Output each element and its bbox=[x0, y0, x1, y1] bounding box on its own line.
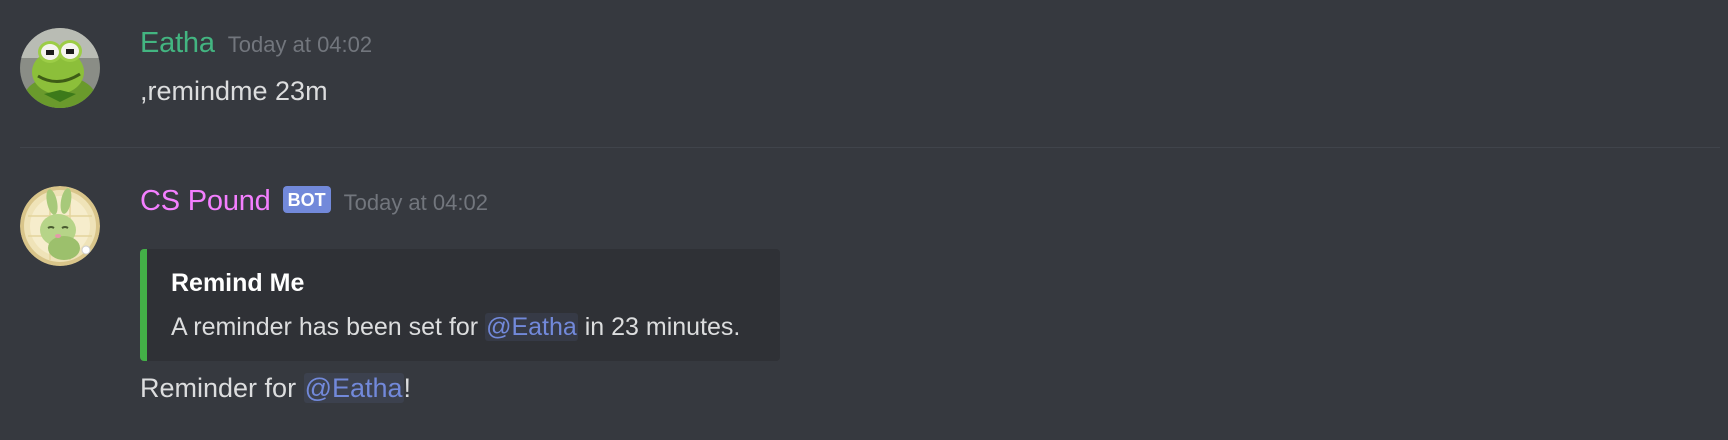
message-divider bbox=[20, 147, 1720, 148]
message-timestamp: Today at 04:02 bbox=[343, 190, 488, 215]
user-mention[interactable]: @Eatha bbox=[303, 373, 404, 403]
message-timestamp: Today at 04:02 bbox=[227, 32, 373, 57]
message-header: CS Pound BOT Today at 04:02 bbox=[140, 185, 488, 218]
message-text-part: ! bbox=[403, 373, 412, 403]
embed-description: A reminder has been set for @Eatha in 23… bbox=[171, 313, 740, 342]
message-text: Reminder for @Eatha! bbox=[140, 373, 411, 404]
chat-message-list: Eatha Today at 04:02 ,remindme 23m CS Po… bbox=[0, 0, 1728, 440]
kermit-frog-avatar-icon[interactable] bbox=[20, 28, 100, 108]
embed-description-text: A reminder has been set for bbox=[171, 313, 486, 341]
green-rabbit-avatar-icon[interactable] bbox=[20, 186, 100, 266]
message-text-part: Reminder for bbox=[140, 373, 304, 403]
message-text: ,remindme 23m bbox=[140, 76, 328, 106]
username-eatha[interactable]: Eatha bbox=[140, 27, 215, 60]
bot-tag-badge: BOT bbox=[282, 186, 331, 213]
username-cs-pound[interactable]: CS Pound bbox=[140, 185, 271, 218]
embed-title: Remind Me bbox=[171, 269, 305, 297]
embed-description-text: in 23 minutes. bbox=[577, 313, 741, 341]
reminder-embed: Remind Me A reminder has been set for @E… bbox=[140, 249, 780, 361]
user-mention[interactable]: @Eatha bbox=[485, 313, 578, 341]
message-header: Eatha Today at 04:02 bbox=[140, 27, 372, 60]
